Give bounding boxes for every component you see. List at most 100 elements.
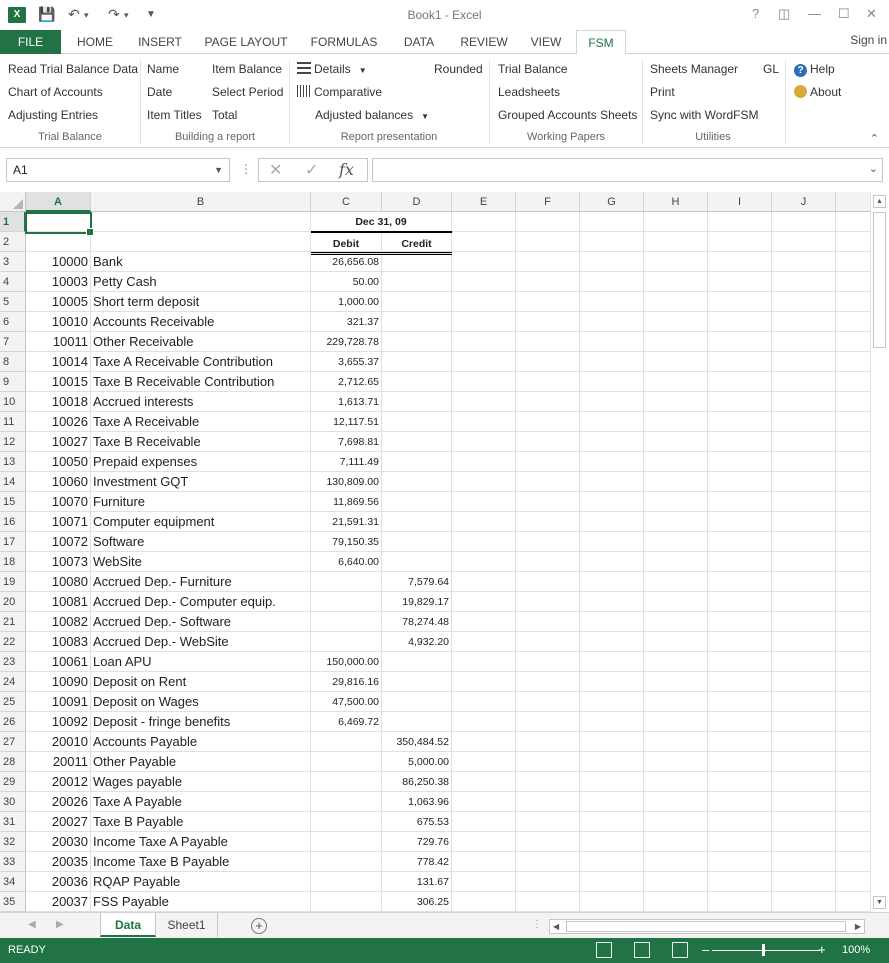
credit-cell[interactable]: [382, 332, 452, 352]
empty-cell[interactable]: [516, 652, 580, 672]
empty-cell[interactable]: [452, 532, 516, 552]
account-name-cell[interactable]: Prepaid expenses: [91, 452, 311, 472]
account-number-cell[interactable]: 10083: [26, 632, 91, 652]
print-button[interactable]: Print: [650, 85, 675, 99]
empty-cell[interactable]: [708, 432, 772, 452]
credit-cell[interactable]: 78,274.48: [382, 612, 452, 632]
empty-cell[interactable]: [708, 352, 772, 372]
credit-cell[interactable]: 86,250.38: [382, 772, 452, 792]
empty-cell[interactable]: [644, 372, 708, 392]
row-header[interactable]: 28: [0, 752, 26, 772]
credit-cell[interactable]: 1,063.96: [382, 792, 452, 812]
read-trial-balance-button[interactable]: Read Trial Balance Data: [8, 62, 138, 76]
account-number-cell[interactable]: 10070: [26, 492, 91, 512]
empty-cell[interactable]: [516, 452, 580, 472]
column-header-j[interactable]: J: [772, 192, 836, 212]
account-number-cell[interactable]: 10071: [26, 512, 91, 532]
empty-cell[interactable]: [644, 872, 708, 892]
empty-cell[interactable]: [772, 632, 836, 652]
empty-cell[interactable]: [708, 512, 772, 532]
tab-view[interactable]: VIEW: [522, 30, 570, 54]
sheets-manager-button[interactable]: Sheets Manager: [650, 62, 738, 76]
empty-cell[interactable]: [836, 752, 870, 772]
page-break-preview-icon[interactable]: [672, 942, 688, 958]
empty-cell[interactable]: [772, 512, 836, 532]
debit-cell[interactable]: 6,469.72: [311, 712, 382, 732]
credit-cell[interactable]: 5,000.00: [382, 752, 452, 772]
scroll-up-icon[interactable]: ▲: [873, 195, 886, 208]
empty-cell[interactable]: [836, 492, 870, 512]
empty-cell[interactable]: [708, 412, 772, 432]
empty-cell[interactable]: [452, 812, 516, 832]
empty-cell[interactable]: [772, 252, 836, 272]
total-button[interactable]: Total: [212, 108, 237, 122]
adjusting-entries-button[interactable]: Adjusting Entries: [8, 108, 98, 122]
account-number-cell[interactable]: 10060: [26, 472, 91, 492]
empty-cell[interactable]: [772, 652, 836, 672]
comparative-button[interactable]: Comparative: [297, 85, 382, 99]
empty-cell[interactable]: [772, 292, 836, 312]
empty-cell[interactable]: [772, 712, 836, 732]
empty-cell[interactable]: [452, 492, 516, 512]
account-number-cell[interactable]: 10000: [26, 252, 91, 272]
empty-cell[interactable]: [452, 372, 516, 392]
account-number-cell[interactable]: 20012: [26, 772, 91, 792]
horizontal-scroll-thumb[interactable]: [566, 921, 846, 932]
row-header[interactable]: 32: [0, 832, 26, 852]
credit-cell[interactable]: [382, 712, 452, 732]
empty-cell[interactable]: [580, 272, 644, 292]
empty-cell[interactable]: [452, 732, 516, 752]
empty-cell[interactable]: [772, 872, 836, 892]
credit-cell[interactable]: 306.25: [382, 892, 452, 912]
account-name-cell[interactable]: Accrued Dep.- Furniture: [91, 572, 311, 592]
account-name-cell[interactable]: Deposit - fringe benefits: [91, 712, 311, 732]
empty-cell[interactable]: [580, 672, 644, 692]
empty-cell[interactable]: [644, 612, 708, 632]
column-header-h[interactable]: H: [644, 192, 708, 212]
empty-cell[interactable]: [772, 792, 836, 812]
row-header[interactable]: 18: [0, 552, 26, 572]
credit-cell[interactable]: [382, 492, 452, 512]
account-name-cell[interactable]: Taxe B Receivable: [91, 432, 311, 452]
empty-cell[interactable]: [580, 712, 644, 732]
account-name-cell[interactable]: Other Receivable: [91, 332, 311, 352]
scroll-right-icon[interactable]: ▶: [855, 920, 861, 933]
empty-cell[interactable]: [644, 792, 708, 812]
zoom-slider-thumb[interactable]: [762, 944, 765, 956]
debit-cell[interactable]: 1,000.00: [311, 292, 382, 312]
leadsheets-button[interactable]: Leadsheets: [498, 85, 560, 99]
empty-cell[interactable]: [836, 272, 870, 292]
empty-cell[interactable]: [836, 332, 870, 352]
empty-cell[interactable]: [836, 812, 870, 832]
empty-cell[interactable]: [580, 532, 644, 552]
expand-formula-bar-icon[interactable]: ⌄: [869, 162, 878, 175]
account-name-cell[interactable]: Bank: [91, 252, 311, 272]
row-header[interactable]: 26: [0, 712, 26, 732]
tab-insert[interactable]: INSERT: [130, 30, 190, 54]
credit-cell[interactable]: [382, 652, 452, 672]
empty-cell[interactable]: [452, 352, 516, 372]
zoom-level[interactable]: 100%: [842, 944, 870, 956]
empty-cell[interactable]: [644, 252, 708, 272]
empty-cell[interactable]: [708, 252, 772, 272]
empty-cell[interactable]: [836, 852, 870, 872]
empty-cell[interactable]: [644, 272, 708, 292]
debit-cell[interactable]: [311, 892, 382, 912]
empty-cell[interactable]: [644, 772, 708, 792]
debit-cell[interactable]: 50.00: [311, 272, 382, 292]
empty-cell[interactable]: [708, 212, 772, 232]
account-number-cell[interactable]: 10015: [26, 372, 91, 392]
debit-cell[interactable]: [311, 852, 382, 872]
empty-cell[interactable]: [516, 572, 580, 592]
period-date-header[interactable]: Dec 31, 09: [311, 212, 452, 232]
item-balance-button[interactable]: Item Balance: [212, 62, 282, 76]
empty-cell[interactable]: [452, 592, 516, 612]
empty-cell[interactable]: [708, 592, 772, 612]
empty-cell[interactable]: [708, 332, 772, 352]
empty-cell[interactable]: [644, 672, 708, 692]
empty-cell[interactable]: [708, 832, 772, 852]
account-name-cell[interactable]: Accounts Receivable: [91, 312, 311, 332]
empty-cell[interactable]: [708, 532, 772, 552]
row-header[interactable]: 19: [0, 572, 26, 592]
empty-cell[interactable]: [580, 232, 644, 252]
